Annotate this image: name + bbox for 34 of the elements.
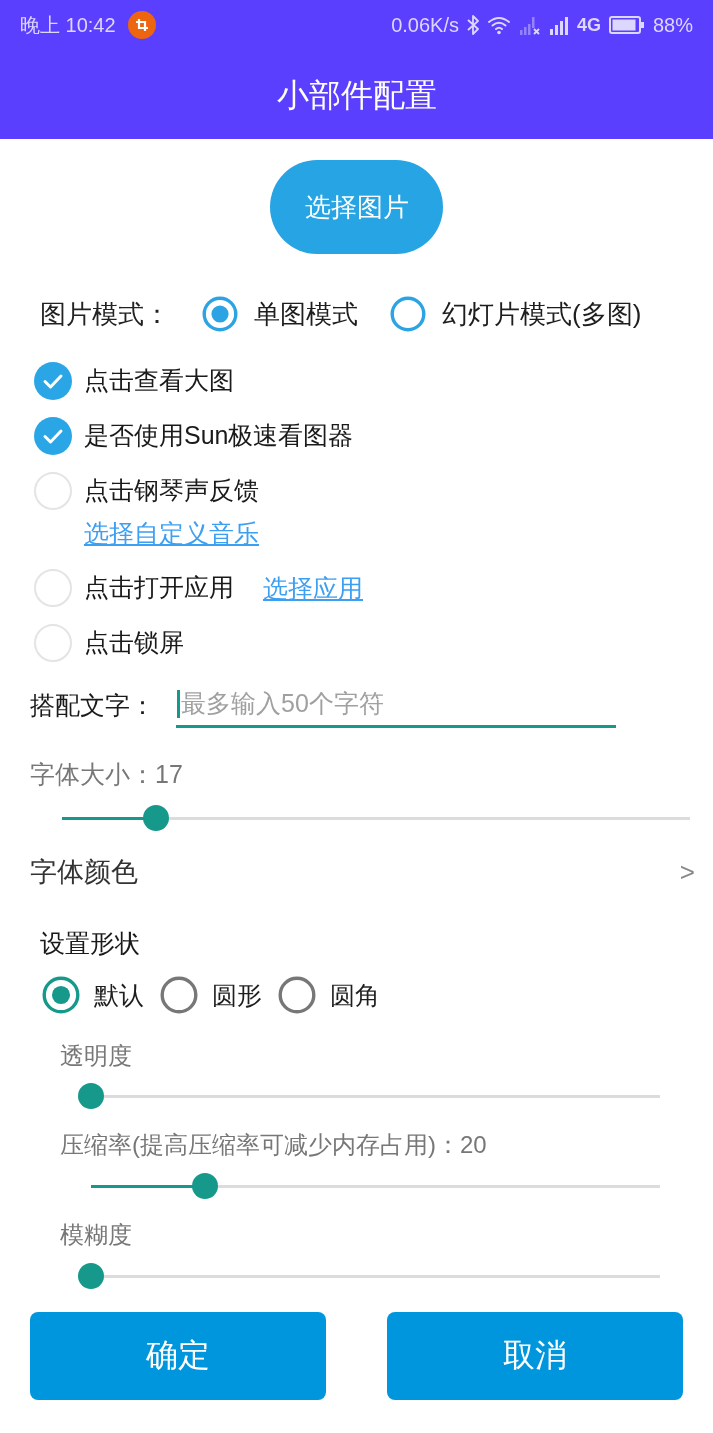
shape-option[interactable]: 默认 [42,976,144,1014]
slider-label: 透明度 [60,1041,132,1071]
checkbox-option[interactable]: 是否使用Sun极速看图器 [34,416,354,455]
bluetooth-icon [466,14,479,36]
status-time: 晚上 10:42 [20,13,116,37]
slider-label: 压缩率(提高压缩率可减少内存占用)：20 [60,1130,487,1160]
network-type: 4G [576,14,601,36]
signal-icon [548,14,569,36]
caption-label: 搭配文字： [30,689,155,721]
slider-label: 模糊度 [60,1220,132,1250]
shape-option[interactable]: 圆角 [278,976,380,1014]
image-mode-label: 图片模式： [40,297,170,331]
checkbox-option[interactable]: 点击打开应用 [34,568,234,607]
network-speed: 0.06K/s [391,13,459,37]
font-color-label[interactable]: 字体颜色 [30,854,138,890]
app-title: 小部件配置 [276,75,437,115]
font-size-label: 字体大小：17 [30,759,183,789]
battery-icon [608,16,645,34]
slider-thumb[interactable] [143,805,170,831]
shape-title: 设置形状 [40,928,140,958]
checkbox-option[interactable]: 点击锁屏 [34,623,184,662]
shape-option[interactable]: 圆形 [160,976,262,1014]
slider-thumb[interactable] [78,1263,104,1289]
chevron-icon[interactable]: > [679,856,695,888]
checkbox-option[interactable]: 点击查看大图 [34,361,234,400]
image-mode-option[interactable]: 幻灯片模式(多图) [390,296,642,332]
wifi-icon [486,15,511,35]
slider-thumb[interactable] [78,1083,104,1109]
image-mode-option[interactable]: 单图模式 [202,296,358,332]
battery-percent: 88% [652,13,693,37]
slider-thumb[interactable] [191,1173,218,1199]
checkbox-option[interactable]: 点击钢琴声反馈 [34,471,259,510]
no-signal-icon [518,14,541,36]
crop-icon [127,11,156,39]
